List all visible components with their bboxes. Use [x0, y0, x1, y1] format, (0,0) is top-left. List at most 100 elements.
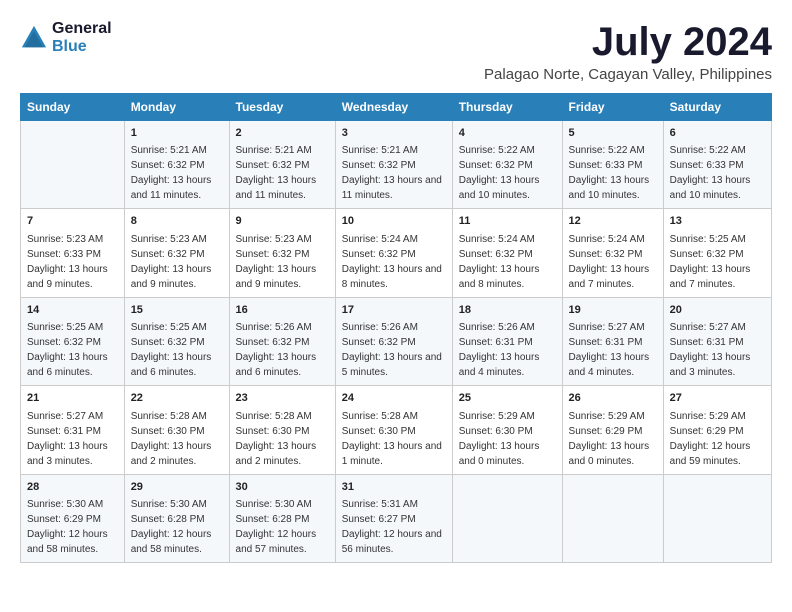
cell-info: Sunrise: 5:23 AMSunset: 6:32 PMDaylight:… — [131, 232, 223, 292]
cell-4-4: 24 Sunrise: 5:28 AMSunset: 6:30 PMDayligh… — [335, 386, 452, 474]
logo-icon — [20, 24, 48, 52]
logo-text-general: General — [52, 20, 112, 38]
cell-1-2: 1Sunrise: 5:21 AMSunset: 6:32 PMDaylight… — [124, 121, 229, 209]
cell-date: 26 — [569, 391, 657, 406]
cell-date: 6 — [670, 126, 765, 141]
week-row-3: 14 Sunrise: 5:25 AMSunset: 6:32 PMDayligh… — [21, 297, 772, 385]
cell-info: Sunrise: 5:27 AMSunset: 6:31 PMDaylight:… — [27, 409, 118, 469]
cell-5-3: 30 Sunrise: 5:30 AMSunset: 6:28 PMDayligh… — [229, 474, 335, 562]
cell-date: 27 — [670, 391, 765, 406]
cell-1-5: 4Sunrise: 5:22 AMSunset: 6:32 PMDaylight… — [452, 121, 562, 209]
cell-info: Sunrise: 5:24 AMSunset: 6:32 PMDaylight:… — [569, 232, 657, 292]
calendar-table: Sunday Monday Tuesday Wednesday Thursday… — [20, 93, 772, 563]
cell-info: Sunrise: 5:27 AMSunset: 6:31 PMDaylight:… — [670, 320, 765, 380]
cell-date: 31 — [342, 480, 446, 495]
cell-date: 21 — [27, 391, 118, 406]
cell-info: Sunrise: 5:26 AMSunset: 6:32 PMDaylight:… — [236, 320, 329, 380]
cell-date: 17 — [342, 303, 446, 318]
cell-3-1: 14 Sunrise: 5:25 AMSunset: 6:32 PMDayligh… — [21, 297, 125, 385]
cell-info: Sunrise: 5:25 AMSunset: 6:32 PMDaylight:… — [27, 320, 118, 380]
cell-info: Sunrise: 5:30 AMSunset: 6:28 PMDaylight:… — [131, 497, 223, 557]
cell-3-2: 15Sunrise: 5:25 AMSunset: 6:32 PMDayligh… — [124, 297, 229, 385]
col-saturday: Saturday — [663, 94, 771, 121]
cell-1-1 — [21, 121, 125, 209]
cell-info: Sunrise: 5:29 AMSunset: 6:30 PMDaylight:… — [459, 409, 556, 469]
cell-1-4: 3 Sunrise: 5:21 AMSunset: 6:32 PMDaylight… — [335, 121, 452, 209]
week-row-1: 1Sunrise: 5:21 AMSunset: 6:32 PMDaylight… — [21, 121, 772, 209]
cell-3-4: 17 Sunrise: 5:26 AMSunset: 6:32 PMDayligh… — [335, 297, 452, 385]
cell-5-4: 31 Sunrise: 5:31 AMSunset: 6:27 PMDayligh… — [335, 474, 452, 562]
cell-date: 2 — [236, 126, 329, 141]
cell-date: 16 — [236, 303, 329, 318]
cell-5-2: 29 Sunrise: 5:30 AMSunset: 6:28 PMDayligh… — [124, 474, 229, 562]
cell-info: Sunrise: 5:25 AMSunset: 6:32 PMDaylight:… — [670, 232, 765, 292]
cell-date: 9 — [236, 214, 329, 229]
cell-4-2: 22 Sunrise: 5:28 AMSunset: 6:30 PMDayligh… — [124, 386, 229, 474]
cell-info: Sunrise: 5:21 AMSunset: 6:32 PMDaylight:… — [131, 143, 223, 203]
cell-5-7 — [663, 474, 771, 562]
cell-date: 3 — [342, 126, 446, 141]
cell-date: 14 — [27, 303, 118, 318]
cell-3-7: 20 Sunrise: 5:27 AMSunset: 6:31 PMDayligh… — [663, 297, 771, 385]
logo: General Blue — [20, 20, 112, 55]
cell-date: 30 — [236, 480, 329, 495]
cell-date: 13 — [670, 214, 765, 229]
cell-info: Sunrise: 5:29 AMSunset: 6:29 PMDaylight:… — [569, 409, 657, 469]
logo-text-blue: Blue — [52, 38, 112, 56]
col-wednesday: Wednesday — [335, 94, 452, 121]
cell-2-2: 8 Sunrise: 5:23 AMSunset: 6:32 PMDaylight… — [124, 209, 229, 297]
cell-2-5: 11 Sunrise: 5:24 AMSunset: 6:32 PMDayligh… — [452, 209, 562, 297]
cell-1-6: 5 Sunrise: 5:22 AMSunset: 6:33 PMDaylight… — [562, 121, 663, 209]
cell-5-1: 28 Sunrise: 5:30 AMSunset: 6:29 PMDayligh… — [21, 474, 125, 562]
title-section: July 2024 Palagao Norte, Cagayan Valley,… — [484, 20, 772, 83]
cell-3-3: 16 Sunrise: 5:26 AMSunset: 6:32 PMDayligh… — [229, 297, 335, 385]
cell-info: Sunrise: 5:31 AMSunset: 6:27 PMDaylight:… — [342, 497, 446, 557]
cell-date: 15 — [131, 303, 223, 318]
cell-2-6: 12Sunrise: 5:24 AMSunset: 6:32 PMDayligh… — [562, 209, 663, 297]
cell-2-3: 9Sunrise: 5:23 AMSunset: 6:32 PMDaylight… — [229, 209, 335, 297]
cell-4-5: 25Sunrise: 5:29 AMSunset: 6:30 PMDayligh… — [452, 386, 562, 474]
cell-info: Sunrise: 5:28 AMSunset: 6:30 PMDaylight:… — [236, 409, 329, 469]
cell-date: 20 — [670, 303, 765, 318]
cell-1-7: 6 Sunrise: 5:22 AMSunset: 6:33 PMDaylight… — [663, 121, 771, 209]
cell-date: 5 — [569, 126, 657, 141]
cell-5-5 — [452, 474, 562, 562]
cell-date: 11 — [459, 214, 556, 229]
header: General Blue July 2024 Palagao Norte, Ca… — [20, 20, 772, 83]
cell-date: 24 — [342, 391, 446, 406]
cell-info: Sunrise: 5:23 AMSunset: 6:33 PMDaylight:… — [27, 232, 118, 292]
col-monday: Monday — [124, 94, 229, 121]
cell-info: Sunrise: 5:26 AMSunset: 6:31 PMDaylight:… — [459, 320, 556, 380]
cell-4-7: 27Sunrise: 5:29 AMSunset: 6:29 PMDayligh… — [663, 386, 771, 474]
cell-info: Sunrise: 5:28 AMSunset: 6:30 PMDaylight:… — [131, 409, 223, 469]
cell-date: 18 — [459, 303, 556, 318]
cell-info: Sunrise: 5:26 AMSunset: 6:32 PMDaylight:… — [342, 320, 446, 380]
cell-date: 28 — [27, 480, 118, 495]
col-sunday: Sunday — [21, 94, 125, 121]
col-tuesday: Tuesday — [229, 94, 335, 121]
cell-2-7: 13 Sunrise: 5:25 AMSunset: 6:32 PMDayligh… — [663, 209, 771, 297]
cell-date: 10 — [342, 214, 446, 229]
cell-info: Sunrise: 5:22 AMSunset: 6:33 PMDaylight:… — [670, 143, 765, 203]
cell-info: Sunrise: 5:28 AMSunset: 6:30 PMDaylight:… — [342, 409, 446, 469]
cell-4-6: 26 Sunrise: 5:29 AMSunset: 6:29 PMDayligh… — [562, 386, 663, 474]
week-row-2: 7Sunrise: 5:23 AMSunset: 6:33 PMDaylight… — [21, 209, 772, 297]
cell-4-3: 23Sunrise: 5:28 AMSunset: 6:30 PMDayligh… — [229, 386, 335, 474]
cell-info: Sunrise: 5:24 AMSunset: 6:32 PMDaylight:… — [459, 232, 556, 292]
cell-info: Sunrise: 5:27 AMSunset: 6:31 PMDaylight:… — [569, 320, 657, 380]
cell-info: Sunrise: 5:30 AMSunset: 6:29 PMDaylight:… — [27, 497, 118, 557]
cell-info: Sunrise: 5:24 AMSunset: 6:32 PMDaylight:… — [342, 232, 446, 292]
week-row-4: 21 Sunrise: 5:27 AMSunset: 6:31 PMDayligh… — [21, 386, 772, 474]
cell-date: 22 — [131, 391, 223, 406]
cell-date: 29 — [131, 480, 223, 495]
cell-info: Sunrise: 5:21 AMSunset: 6:32 PMDaylight:… — [342, 143, 446, 203]
cell-4-1: 21 Sunrise: 5:27 AMSunset: 6:31 PMDayligh… — [21, 386, 125, 474]
cell-info: Sunrise: 5:30 AMSunset: 6:28 PMDaylight:… — [236, 497, 329, 557]
main-title: July 2024 — [484, 20, 772, 64]
subtitle: Palagao Norte, Cagayan Valley, Philippin… — [484, 66, 772, 83]
cell-info: Sunrise: 5:22 AMSunset: 6:33 PMDaylight:… — [569, 143, 657, 203]
cell-3-6: 19Sunrise: 5:27 AMSunset: 6:31 PMDayligh… — [562, 297, 663, 385]
cell-date: 8 — [131, 214, 223, 229]
cell-info: Sunrise: 5:22 AMSunset: 6:32 PMDaylight:… — [459, 143, 556, 203]
cell-2-1: 7Sunrise: 5:23 AMSunset: 6:33 PMDaylight… — [21, 209, 125, 297]
